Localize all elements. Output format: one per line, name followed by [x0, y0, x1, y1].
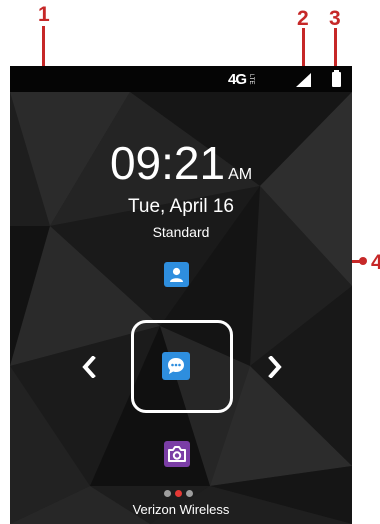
person-icon	[170, 267, 183, 282]
network-indicator: 4G LTE	[228, 71, 254, 88]
status-bar: 4G LTE	[10, 66, 352, 92]
page-dot	[164, 490, 171, 497]
callout-4-dot	[359, 257, 367, 265]
clock-ampm: AM	[228, 166, 253, 183]
contacts-icon[interactable]	[164, 262, 189, 287]
chat-bubble-icon	[168, 358, 184, 374]
callout-2: 2	[297, 7, 309, 30]
network-sub-label: LTE	[248, 74, 255, 85]
clock-time: 09:21	[109, 137, 226, 189]
chevron-left-icon[interactable]	[82, 356, 96, 378]
home-screen: 4G LTE 09:21 AM Tue, April 16 Standard V…	[10, 66, 352, 524]
camera-icon[interactable]	[164, 441, 190, 467]
callout-3: 3	[329, 7, 341, 30]
messaging-icon[interactable]	[162, 352, 190, 380]
carrier-label: Verizon Wireless	[132, 502, 230, 517]
page-dot	[186, 490, 193, 497]
callout-4: 4	[371, 251, 380, 274]
page-dot-active	[175, 490, 182, 497]
callout-1: 1	[38, 3, 50, 26]
camera-glyph-icon	[168, 446, 186, 462]
battery-icon	[332, 70, 341, 87]
page-indicator	[164, 490, 193, 497]
network-label: 4G	[228, 71, 247, 88]
date-label: Tue, April 16	[128, 196, 234, 217]
clock: 09:21 AM	[10, 136, 352, 190]
sound-profile-label: Standard	[152, 224, 210, 240]
chevron-right-icon[interactable]	[268, 356, 282, 378]
signal-icon	[296, 73, 311, 87]
